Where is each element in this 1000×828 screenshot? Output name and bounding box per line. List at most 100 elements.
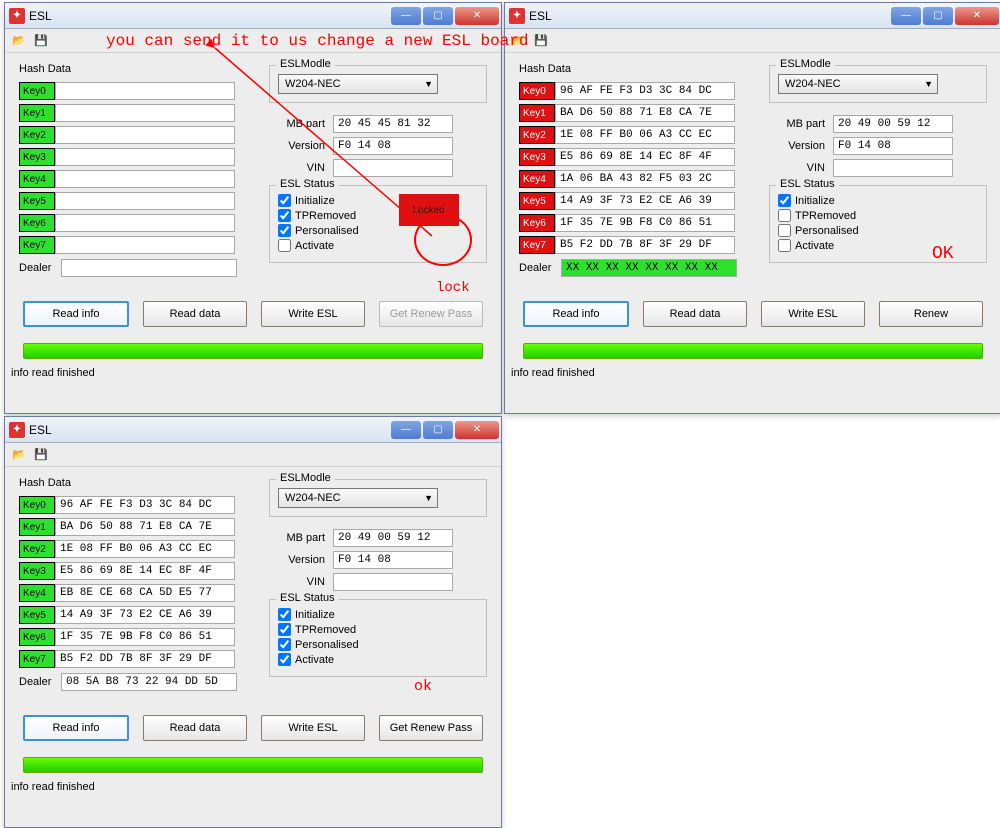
- open-icon[interactable]: 📂: [11, 447, 27, 463]
- tpremoved-checkbox[interactable]: [278, 623, 291, 636]
- read-data-button[interactable]: Read data: [143, 715, 247, 741]
- dealer-value[interactable]: [61, 259, 237, 277]
- dealer-row: Dealer08 5A B8 73 22 94 DD 5D: [19, 673, 249, 691]
- initialize-checkbox[interactable]: [778, 194, 791, 207]
- key-value[interactable]: E5 86 69 8E 14 EC 8F 4F: [55, 562, 235, 580]
- key-value[interactable]: [55, 236, 235, 254]
- minimize-button[interactable]: —: [391, 7, 421, 25]
- key-value[interactable]: 1E 08 FF B0 06 A3 CC EC: [55, 540, 235, 558]
- vin-input[interactable]: [833, 159, 953, 177]
- dealer-value[interactable]: 08 5A B8 73 22 94 DD 5D: [61, 673, 237, 691]
- key-tag: Key3: [19, 148, 55, 166]
- key-value[interactable]: 14 A9 3F 73 E2 CE A6 39: [555, 192, 735, 210]
- key-value[interactable]: B5 F2 DD 7B 8F 3F 29 DF: [55, 650, 235, 668]
- open-icon[interactable]: 📂: [511, 33, 527, 49]
- key-row: Key3E5 86 69 8E 14 EC 8F 4F: [19, 561, 249, 581]
- mb-part-input[interactable]: 20 49 00 59 12: [833, 115, 953, 133]
- key-row: Key61F 35 7E 9B F8 C0 86 51: [519, 213, 749, 233]
- key-value[interactable]: 96 AF FE F3 D3 3C 84 DC: [555, 82, 735, 100]
- save-icon[interactable]: 💾: [33, 33, 49, 49]
- maximize-button[interactable]: ▢: [923, 7, 953, 25]
- key-value[interactable]: BA D6 50 88 71 E8 CA 7E: [555, 104, 735, 122]
- key-row: Key21E 08 FF B0 06 A3 CC EC: [19, 539, 249, 559]
- read-info-button[interactable]: Read info: [23, 301, 129, 327]
- key-value[interactable]: [55, 126, 235, 144]
- read-info-button[interactable]: Read info: [23, 715, 129, 741]
- key-value[interactable]: E5 86 69 8E 14 EC 8F 4F: [555, 148, 735, 166]
- write-esl-button[interactable]: Write ESL: [261, 301, 365, 327]
- personalised-checkbox[interactable]: [278, 638, 291, 651]
- key-value[interactable]: [55, 214, 235, 232]
- vin-label: VIN: [269, 576, 325, 588]
- key-value[interactable]: 1A 06 BA 43 82 F5 03 2C: [555, 170, 735, 188]
- key-row: Key2: [19, 125, 249, 145]
- version-input[interactable]: F0 14 08: [333, 137, 453, 155]
- app-window: ✦ESL—▢✕📂💾Hash DataKey096 AF FE F3 D3 3C …: [4, 416, 502, 828]
- key-tag: Key6: [519, 214, 555, 232]
- open-icon[interactable]: 📂: [11, 33, 27, 49]
- key-tag: Key5: [19, 606, 55, 624]
- activate-checkbox[interactable]: [278, 653, 291, 666]
- get_renew_pass-button[interactable]: Get Renew Pass: [379, 715, 483, 741]
- close-button[interactable]: ✕: [455, 421, 499, 439]
- key-value[interactable]: [55, 148, 235, 166]
- minimize-button[interactable]: —: [391, 421, 421, 439]
- key-value[interactable]: 14 A9 3F 73 E2 CE A6 39: [55, 606, 235, 624]
- key-value[interactable]: 1F 35 7E 9B F8 C0 86 51: [55, 628, 235, 646]
- initialize-checkbox[interactable]: [278, 608, 291, 621]
- dealer-value[interactable]: XX XX XX XX XX XX XX XX: [561, 259, 737, 277]
- key-tag: Key2: [519, 126, 555, 144]
- key-value[interactable]: 96 AF FE F3 D3 3C 84 DC: [55, 496, 235, 514]
- key-value[interactable]: 1F 35 7E 9B F8 C0 86 51: [555, 214, 735, 232]
- key-value[interactable]: EB 8E CE 68 CA 5D E5 77: [55, 584, 235, 602]
- write-esl-button[interactable]: Write ESL: [761, 301, 865, 327]
- mb-part-input[interactable]: 20 45 45 81 32: [333, 115, 453, 133]
- write-esl-button[interactable]: Write ESL: [261, 715, 365, 741]
- mb-part-input[interactable]: 20 49 00 59 12: [333, 529, 453, 547]
- tpremoved-checkbox[interactable]: [778, 209, 791, 222]
- activate-checkbox[interactable]: [778, 239, 791, 252]
- minimize-button[interactable]: —: [891, 7, 921, 25]
- dealer-label: Dealer: [519, 262, 561, 274]
- toolbar: 📂💾: [5, 29, 501, 53]
- personalised-checkbox[interactable]: [778, 224, 791, 237]
- eslmodle-combo[interactable]: W204-NEC▼: [778, 74, 938, 94]
- key-tag: Key1: [19, 104, 55, 122]
- close-button[interactable]: ✕: [455, 7, 499, 25]
- close-button[interactable]: ✕: [955, 7, 999, 25]
- version-input[interactable]: F0 14 08: [833, 137, 953, 155]
- key-value[interactable]: [55, 192, 235, 210]
- key-value[interactable]: BA D6 50 88 71 E8 CA 7E: [55, 518, 235, 536]
- vin-input[interactable]: [333, 573, 453, 591]
- personalised-label: Personalised: [295, 225, 359, 237]
- vin-input[interactable]: [333, 159, 453, 177]
- key-row: Key7: [19, 235, 249, 255]
- read-data-button[interactable]: Read data: [143, 301, 247, 327]
- version-input[interactable]: F0 14 08: [333, 551, 453, 569]
- initialize-label: Initialize: [295, 609, 335, 621]
- eslmodle-combo[interactable]: W204-NEC▼: [278, 74, 438, 94]
- key-value[interactable]: B5 F2 DD 7B 8F 3F 29 DF: [555, 236, 735, 254]
- version-label: Version: [269, 554, 325, 566]
- app-title: ESL: [529, 9, 891, 23]
- tpremoved-checkbox[interactable]: [278, 209, 291, 222]
- key-tag: Key0: [19, 82, 55, 100]
- maximize-button[interactable]: ▢: [423, 421, 453, 439]
- key-value[interactable]: [55, 170, 235, 188]
- renew-button[interactable]: Renew: [879, 301, 983, 327]
- maximize-button[interactable]: ▢: [423, 7, 453, 25]
- save-icon[interactable]: 💾: [533, 33, 549, 49]
- key-value[interactable]: [55, 82, 235, 100]
- personalised-label: Personalised: [795, 225, 859, 237]
- read-data-button[interactable]: Read data: [643, 301, 747, 327]
- eslmodle-combo[interactable]: W204-NEC▼: [278, 488, 438, 508]
- read-info-button[interactable]: Read info: [523, 301, 629, 327]
- mb-part-label: MB part: [769, 118, 825, 130]
- key-value[interactable]: 1E 08 FF B0 06 A3 CC EC: [555, 126, 735, 144]
- key-row: Key1BA D6 50 88 71 E8 CA 7E: [519, 103, 749, 123]
- personalised-checkbox[interactable]: [278, 224, 291, 237]
- activate-checkbox[interactable]: [278, 239, 291, 252]
- initialize-checkbox[interactable]: [278, 194, 291, 207]
- save-icon[interactable]: 💾: [33, 447, 49, 463]
- key-value[interactable]: [55, 104, 235, 122]
